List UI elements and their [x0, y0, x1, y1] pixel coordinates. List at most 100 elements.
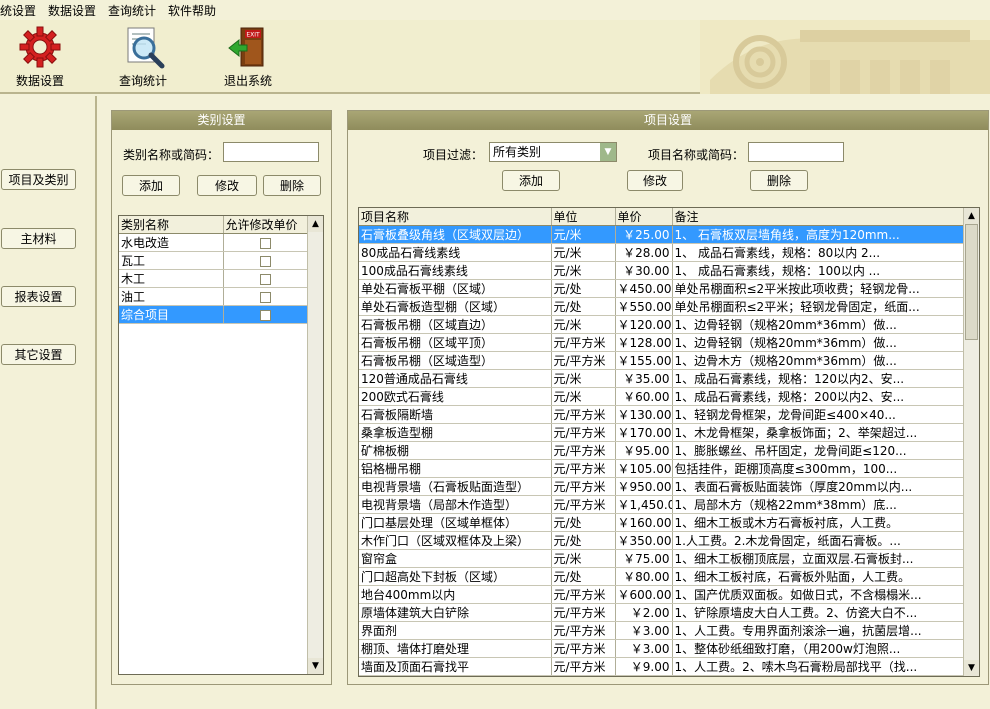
table-row[interactable]: 木工	[119, 269, 308, 288]
table-row[interactable]: 单处石膏板造型棚（区域） 元/处 ￥550.00 单处吊棚面积≤2平米；轻钢龙骨固定，…	[359, 297, 964, 316]
table-row[interactable]: 水电改造	[119, 233, 308, 252]
table-row[interactable]: 木作门口（区域双框体及上梁） 元/处 ￥350.00 1.人工费。2.木龙骨固定，纸面…	[359, 531, 964, 550]
table-row[interactable]: 油工	[119, 287, 308, 306]
table-row[interactable]: 铝格栅吊棚 元/平方米 ￥105.00 包括挂件，距棚顶高度≤300mm，100...	[359, 459, 964, 478]
column-header-price[interactable]: 单价	[615, 208, 673, 226]
table-row[interactable]: 200欧式石膏线 元/米 ￥60.00 1、成品石膏素线，规格：200以内2、安...	[359, 387, 964, 406]
scroll-down-arrow-icon[interactable]: ▼	[964, 660, 979, 676]
chevron-down-icon[interactable]: ▼	[600, 143, 616, 161]
column-header-category-name[interactable]: 类别名称	[119, 216, 224, 234]
project-grid[interactable]: 项目名称 单位 单价 备注 石膏板叠级角线（区域双层边） 元/米 ￥25.00 1、 …	[358, 207, 980, 677]
table-row[interactable]: 桑拿板造型棚 元/平方米 ￥170.00 1、木龙骨框架，桑拿板饰面；2、举架超过..…	[359, 423, 964, 442]
project-category-button[interactable]: 项目及类别	[1, 169, 76, 190]
remark-cell: 单处吊棚面积≤2平米按此项收费；轻钢龙骨...	[672, 279, 964, 298]
remark-cell: 1、边骨木方（规格20mm*36mm）做...	[672, 351, 964, 370]
price-cell: ￥3.00	[615, 621, 673, 640]
project-edit-button[interactable]: 修改	[627, 170, 683, 191]
price-cell: ￥95.00	[615, 441, 673, 460]
other-settings-button[interactable]: 其它设置	[1, 344, 76, 365]
price-cell: ￥2.00	[615, 603, 673, 622]
table-row[interactable]: 瓦工	[119, 251, 308, 270]
table-row[interactable]: 100成品石膏线素线 元/米 ￥30.00 1、 成品石膏素线，规格：100以内 ..…	[359, 261, 964, 280]
column-header-allow-edit-price[interactable]: 允许修改单价	[223, 216, 308, 234]
table-row[interactable]: 棚顶、墙体刮大白元/平方米￥12.001、刮嗦木鸟牌大白粉二遍；	[359, 675, 964, 676]
project-name-cell: 墙面及顶面石膏找平	[359, 657, 552, 676]
data-settings-button[interactable]: 数据设置	[0, 24, 80, 89]
price-cell: ￥170.00	[615, 423, 673, 442]
table-row[interactable]: 120普通成品石膏线 元/米 ￥35.00 1、成品石膏素线，规格：120以内2、安.…	[359, 369, 964, 388]
project-name-cell: 门口超高处下封板（区域）	[359, 567, 552, 586]
report-settings-button[interactable]: 报表设置	[1, 286, 76, 307]
category-grid[interactable]: 类别名称 允许修改单价 水电改造 瓦工 木工 油工 综合项目 ▲ ▼	[118, 215, 324, 675]
unit-cell: 元/米	[551, 387, 616, 406]
category-vertical-scrollbar[interactable]: ▲ ▼	[307, 216, 323, 674]
project-delete-button[interactable]: 删除	[750, 170, 808, 191]
menu-system-settings[interactable]: 统设置	[0, 2, 40, 19]
menu-query-stats[interactable]: 查询统计	[104, 2, 160, 19]
exit-system-button[interactable]: EXIT 退出系统	[208, 24, 288, 89]
allow-edit-cell	[223, 305, 308, 324]
remark-cell: 1、细木工板棚顶底层，立面双层.石膏板封...	[672, 549, 964, 568]
category-edit-button[interactable]: 修改	[197, 175, 257, 196]
project-name-cell: 桑拿板造型棚	[359, 423, 552, 442]
menu-bar: 统设置 数据设置 查询统计 软件帮助	[0, 0, 990, 20]
table-row[interactable]: 门口基层处理（区域单框体） 元/处 ￥160.00 1、细木工板或木方石膏板衬底，人工…	[359, 513, 964, 532]
category-add-button[interactable]: 添加	[122, 175, 180, 196]
table-row[interactable]: 石膏板吊棚（区域造型） 元/平方米 ￥155.00 1、边骨木方（规格20mm*36m…	[359, 351, 964, 370]
project-name-input[interactable]	[748, 142, 844, 162]
table-row[interactable]: 窗帘盒 元/米 ￥75.00 1、细木工板棚顶底层，立面双层.石膏板封...	[359, 549, 964, 568]
menu-help[interactable]: 软件帮助	[164, 2, 220, 19]
table-row[interactable]: 门口超高处下封板（区域） 元/处 ￥80.00 1、细木工板衬底，石膏板外贴面，人工费…	[359, 567, 964, 586]
table-row[interactable]: 矿棉板棚 元/平方米 ￥95.00 1、膨胀螺丝、吊杆固定，龙骨间距≤120...	[359, 441, 964, 460]
scroll-thumb[interactable]	[965, 224, 978, 340]
price-cell: ￥950.00	[615, 477, 673, 496]
table-row[interactable]: 单处石膏板平棚（区域） 元/处 ￥450.00 单处吊棚面积≤2平米按此项收费；轻钢龙…	[359, 279, 964, 298]
column-header-remark[interactable]: 备注	[672, 208, 964, 226]
project-add-button[interactable]: 添加	[502, 170, 560, 191]
project-name-cell: 200欧式石膏线	[359, 387, 552, 406]
column-header-unit[interactable]: 单位	[551, 208, 616, 226]
project-vertical-scrollbar[interactable]: ▲ ▼	[963, 208, 979, 676]
table-row[interactable]: 地台400mm以内 元/平方米 ￥600.00 1、国产优质双面板。如做日式，不含榻榻…	[359, 585, 964, 604]
project-table: 项目名称 单位 单价 备注 石膏板叠级角线（区域双层边） 元/米 ￥25.00 1、 …	[359, 208, 964, 676]
table-row[interactable]: 墙面及顶面石膏找平 元/平方米 ￥9.00 1、人工费。2、嗦木鸟石膏粉局部找平（找.…	[359, 657, 964, 676]
scroll-up-arrow-icon[interactable]: ▲	[964, 208, 979, 224]
project-filter-select[interactable]: 所有类别 ▼	[489, 142, 617, 162]
allow-edit-checkbox[interactable]	[259, 273, 271, 285]
query-stats-button[interactable]: 查询统计	[103, 24, 183, 89]
table-row[interactable]: 石膏板叠级角线（区域双层边） 元/米 ￥25.00 1、 石膏板双层墙角线，高度为12…	[359, 225, 964, 244]
remark-cell: 1、整体砂纸细致打磨，（用200w灯泡照...	[672, 639, 964, 658]
main-material-button[interactable]: 主材料	[1, 228, 76, 249]
project-name-cell: 地台400mm以内	[359, 585, 552, 604]
allow-edit-checkbox[interactable]	[259, 309, 271, 321]
table-row[interactable]: 80成品石膏线素线 元/米 ￥28.00 1、 成品石膏素线，规格：80以内 2...	[359, 243, 964, 262]
remark-cell: 1、 石膏板双层墙角线，高度为120mm...	[672, 225, 964, 244]
allow-edit-checkbox[interactable]	[259, 255, 271, 267]
price-cell: ￥80.00	[615, 567, 673, 586]
remark-cell: 1、铲除原墙皮大白人工费。2、仿瓷大白不...	[672, 603, 964, 622]
gear-icon	[19, 26, 61, 68]
table-row[interactable]: 原墙体建筑大白铲除 元/平方米 ￥2.00 1、铲除原墙皮大白人工费。2、仿瓷大白不.…	[359, 603, 964, 622]
project-name-label: 项目名称或简码：	[648, 148, 745, 162]
category-name-input[interactable]	[223, 142, 319, 162]
category-name-cell: 综合项目	[119, 305, 224, 324]
allow-edit-checkbox[interactable]	[259, 237, 271, 249]
table-row[interactable]: 电视背景墙（石膏板贴面造型） 元/平方米 ￥950.00 1、表面石膏板贴面装饰（厚度…	[359, 477, 964, 496]
table-row[interactable]: 电视背景墙（局部木作造型） 元/平方米 ￥1,450.0 1、局部木方（规格22mm*…	[359, 495, 964, 514]
table-row[interactable]: 石膏板吊棚（区域直边） 元/米 ￥120.00 1、边骨轻钢（规格20mm*36mm）…	[359, 315, 964, 334]
table-row[interactable]: 综合项目	[119, 305, 308, 324]
table-row[interactable]: 石膏板隔断墙 元/平方米 ￥130.00 1、轻钢龙骨框架，龙骨间距≤400×40..…	[359, 405, 964, 424]
table-row[interactable]: 石膏板吊棚（区域平顶） 元/平方米 ￥128.00 1、边骨轻钢（规格20mm*36m…	[359, 333, 964, 352]
scroll-up-arrow-icon[interactable]: ▲	[308, 216, 323, 232]
project-name-cell: 原墙体建筑大白铲除	[359, 603, 552, 622]
ionic-column-decoration	[700, 20, 990, 94]
table-row[interactable]: 界面剂 元/平方米 ￥3.00 1、人工费。专用界面剂滚涂一遍，抗菌层增...	[359, 621, 964, 640]
table-row[interactable]: 棚顶、墙体打磨处理 元/平方米 ￥3.00 1、整体砂纸细致打磨，（用200w灯泡照.…	[359, 639, 964, 658]
unit-cell: 元/平方米	[551, 657, 616, 676]
allow-edit-checkbox[interactable]	[259, 291, 271, 303]
category-delete-button[interactable]: 删除	[263, 175, 321, 196]
menu-data-settings[interactable]: 数据设置	[44, 2, 100, 19]
column-header-project-name[interactable]: 项目名称	[359, 208, 552, 226]
scroll-down-arrow-icon[interactable]: ▼	[308, 658, 323, 674]
remark-cell: 1、 成品石膏素线，规格：80以内 2...	[672, 243, 964, 262]
